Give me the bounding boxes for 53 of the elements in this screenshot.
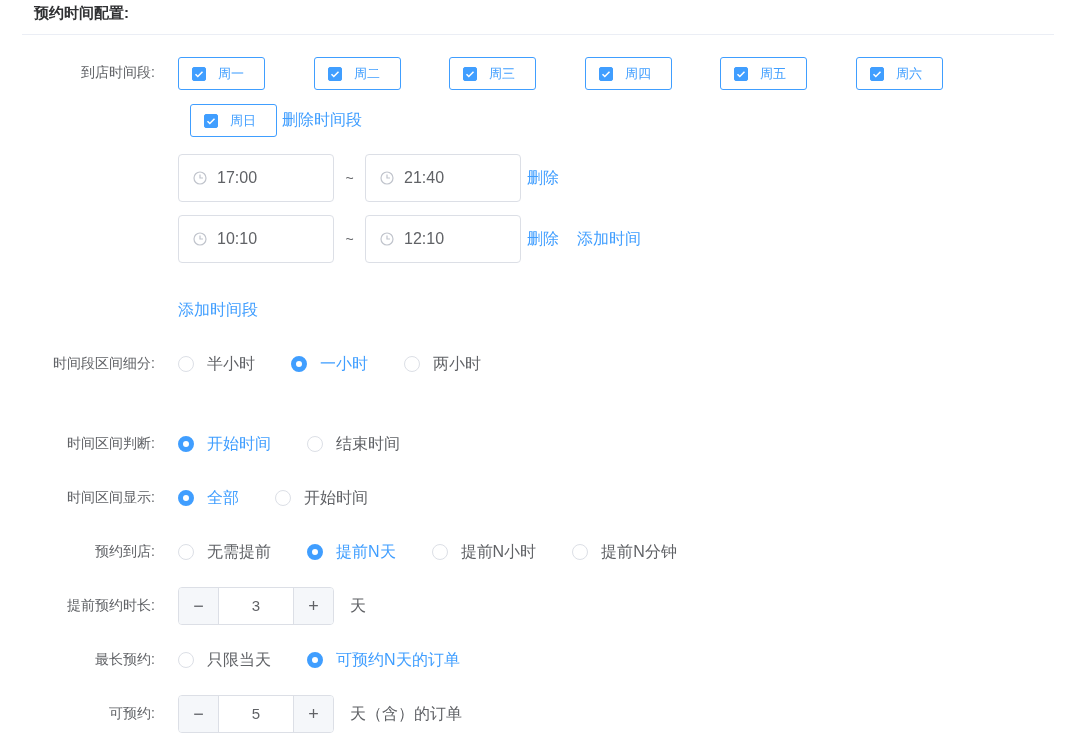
day-checkbox[interactable]: 周一 [178,57,265,90]
decrement-button[interactable]: − [179,696,219,732]
action-link[interactable]: 删除 [527,167,559,189]
range-separator: ~ [344,231,355,247]
radio-option[interactable]: 提前N小时 [431,541,537,563]
number-stepper[interactable]: − 3 + [178,587,334,625]
field-label: 可预约: [108,705,156,723]
clock-icon [380,232,394,246]
action-link[interactable]: 删除 [527,228,559,250]
unit-label: 天 [350,595,366,616]
range-separator: ~ [344,170,355,186]
radio-option[interactable]: 全部 [178,487,239,509]
day-checkbox[interactable]: 周二 [313,57,401,90]
field-label: 最长预约: [94,651,156,669]
unit-label: 天（含）的订单 [350,703,462,724]
section-title: 预约时间配置: [33,3,130,23]
radio-option[interactable]: 提前N天 [307,541,396,563]
add-segment-link[interactable]: 添加时间段 [178,301,258,318]
clock-icon [380,171,394,185]
field-label: 预约到店: [94,543,156,561]
increment-button[interactable]: + [293,588,333,624]
field-label: 时间区间判断: [66,435,156,453]
day-checkbox[interactable]: 周六 [855,57,943,90]
field-label: 到店时间段: [80,63,156,82]
field-label: 时间段区间细分: [52,355,156,373]
day-checkbox[interactable]: 周五 [720,57,808,90]
field-label: 时间区间显示: [66,489,156,507]
stepper-value: 5 [250,704,262,724]
decrement-button[interactable]: − [179,588,219,624]
time-input[interactable]: 17:00 [178,154,334,202]
radio-option[interactable]: 只限当天 [178,649,271,671]
stepper-value: 3 [250,596,262,616]
radio-option[interactable]: 半小时 [178,353,255,375]
day-checkbox[interactable]: 周四 [584,57,672,90]
day-checkbox[interactable]: 周日 [190,104,277,137]
time-input[interactable]: 12:10 [365,215,521,263]
number-stepper[interactable]: − 5 + [178,695,334,733]
delete-segment-link[interactable]: 删除时间段 [282,110,362,131]
clock-icon [193,171,207,185]
radio-option[interactable]: 开始时间 [178,433,271,455]
radio-option[interactable]: 开始时间 [275,487,368,509]
clock-icon [193,232,207,246]
increment-button[interactable]: + [293,696,333,732]
field-label: 提前预约时长: [66,597,156,615]
radio-option[interactable]: 无需提前 [178,541,271,563]
time-input[interactable]: 21:40 [365,154,521,202]
action-link[interactable]: 添加时间 [577,228,641,250]
day-checkbox[interactable]: 周三 [449,57,537,90]
radio-option[interactable]: 可预约N天的订单 [307,649,460,671]
radio-option[interactable]: 两小时 [404,353,481,375]
radio-option[interactable]: 提前N分钟 [572,541,677,563]
time-input[interactable]: 10:10 [178,215,334,263]
radio-option[interactable]: 结束时间 [307,433,400,455]
